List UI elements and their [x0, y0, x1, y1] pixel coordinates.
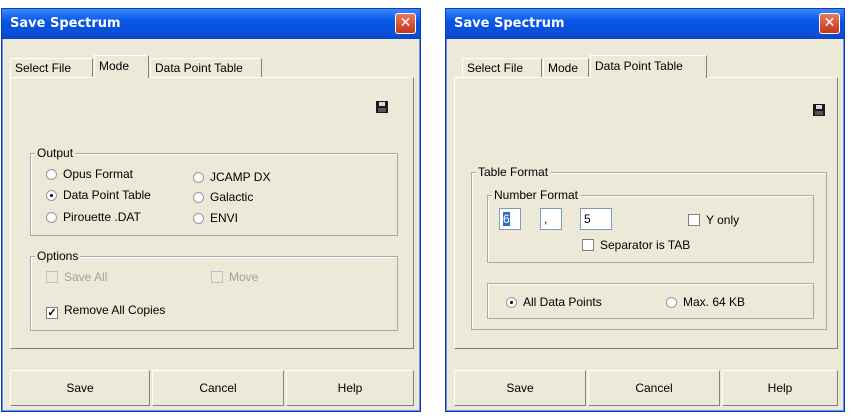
options-group: Options Save All Move ✓ Remove All Copies — [30, 249, 398, 331]
radio-label: JCAMP DX — [210, 170, 271, 184]
checkbox-box — [688, 214, 700, 226]
data-range-group: All Data Points Max. 64 KB — [487, 283, 814, 319]
radio-indicator-selected — [506, 297, 517, 308]
radio-max-64-kb[interactable]: Max. 64 KB — [666, 295, 745, 309]
floppy-disk-icon[interactable] — [813, 104, 825, 116]
output-group-label: Output — [35, 146, 76, 160]
title-bar[interactable]: Save Spectrum ✕ — [2, 9, 420, 39]
table-format-group-label: Table Format — [476, 165, 551, 179]
tab-mode[interactable]: Mode — [94, 55, 149, 78]
radio-indicator — [193, 172, 204, 183]
save-button[interactable]: Save — [454, 370, 586, 406]
floppy-disk-icon[interactable] — [376, 101, 388, 113]
cancel-button[interactable]: Cancel — [152, 370, 284, 406]
title-bar[interactable]: Save Spectrum ✕ — [446, 9, 844, 39]
radio-indicator-selected — [46, 190, 57, 201]
save-button[interactable]: Save — [10, 370, 150, 406]
radio-indicator — [193, 213, 204, 224]
save-spectrum-dialog-mode: Save Spectrum ✕ Select File Mode Data Po… — [1, 8, 421, 412]
radio-indicator — [666, 297, 677, 308]
checkbox-save-all[interactable]: Save All — [46, 270, 107, 284]
number-format-group: Number Format 6 , 5 Y only Separator is … — [487, 188, 814, 263]
checkbox-y-only[interactable]: Y only — [688, 213, 739, 227]
tab-data-point-table[interactable]: Data Point Table — [150, 58, 262, 77]
data-point-table-tab-panel: Table Format Number Format 6 , 5 Y only … — [454, 77, 838, 349]
digits-value: 6 — [503, 212, 510, 226]
radio-label: ENVI — [210, 211, 239, 225]
radio-all-data-points[interactable]: All Data Points — [506, 295, 602, 309]
cancel-button[interactable]: Cancel — [588, 370, 720, 406]
table-format-group: Table Format Number Format 6 , 5 Y only … — [471, 165, 827, 330]
radio-label: Galactic — [210, 190, 254, 204]
checkbox-separator-is-tab[interactable]: Separator is TAB — [582, 238, 690, 252]
radio-indicator — [193, 192, 204, 203]
checkbox-label: Separator is TAB — [600, 238, 691, 252]
digits-input[interactable]: 6 — [499, 208, 521, 230]
checkbox-label: Save All — [64, 270, 108, 284]
check-mark-icon: ✓ — [46, 307, 58, 319]
checkbox-label: Y only — [706, 213, 740, 227]
checkbox-box — [46, 271, 58, 283]
decimals-input[interactable]: 5 — [580, 208, 612, 230]
tab-mode[interactable]: Mode — [543, 58, 589, 77]
output-group: Output Opus Format Data Point Table Piro… — [30, 146, 398, 236]
dialog-title: Save Spectrum — [10, 16, 121, 31]
close-button[interactable]: ✕ — [819, 13, 840, 34]
checkbox-box — [582, 239, 594, 251]
radio-pirouette-dat[interactable]: Pirouette .DAT — [46, 210, 141, 224]
tab-data-point-table[interactable]: Data Point Table — [590, 55, 707, 78]
dialog-title: Save Spectrum — [454, 16, 565, 31]
radio-opus-format[interactable]: Opus Format — [46, 167, 133, 181]
separator-input[interactable]: , — [540, 208, 562, 230]
radio-data-point-table[interactable]: Data Point Table — [46, 188, 151, 202]
radio-label: Data Point Table — [63, 188, 151, 202]
help-button[interactable]: Help — [722, 370, 838, 406]
radio-galactic[interactable]: Galactic — [193, 190, 253, 204]
radio-indicator — [46, 169, 57, 180]
checkbox-label: Move — [229, 270, 259, 284]
help-button[interactable]: Help — [286, 370, 414, 406]
checkbox-remove-all-copies[interactable]: ✓ Remove All Copies — [46, 303, 165, 319]
radio-label: Max. 64 KB — [683, 295, 746, 309]
save-spectrum-dialog-data-point-table: Save Spectrum ✕ Select File Mode Data Po… — [445, 8, 845, 412]
radio-jcamp-dx[interactable]: JCAMP DX — [193, 170, 270, 184]
checkbox-box — [211, 271, 223, 283]
radio-label: All Data Points — [523, 295, 602, 309]
radio-label: Opus Format — [63, 167, 134, 181]
mode-tab-panel: Output Opus Format Data Point Table Piro… — [10, 77, 414, 349]
radio-envi[interactable]: ENVI — [193, 211, 238, 225]
tab-select-file[interactable]: Select File — [462, 58, 542, 77]
radio-indicator — [46, 212, 57, 223]
number-format-group-label: Number Format — [492, 188, 581, 202]
close-button[interactable]: ✕ — [395, 13, 416, 34]
radio-label: Pirouette .DAT — [63, 210, 141, 224]
tab-select-file[interactable]: Select File — [10, 58, 93, 77]
options-group-label: Options — [35, 249, 81, 263]
checkbox-move[interactable]: Move — [211, 270, 258, 284]
checkbox-label: Remove All Copies — [64, 303, 166, 317]
